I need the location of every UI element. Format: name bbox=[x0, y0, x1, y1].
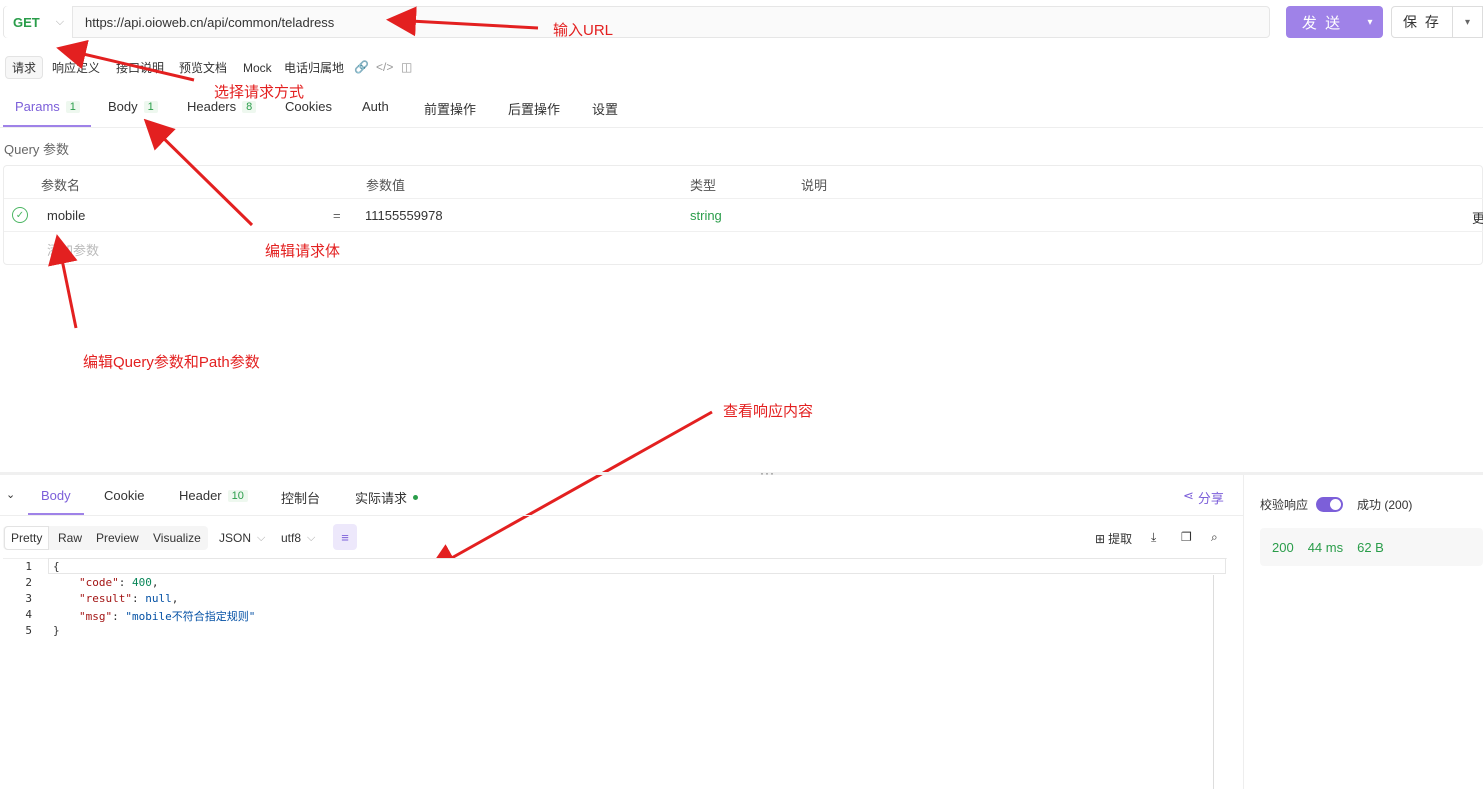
validate-toggle[interactable] bbox=[1316, 497, 1344, 512]
format-select[interactable]: JSON ⌵ bbox=[219, 531, 265, 545]
scrollbar[interactable] bbox=[1213, 575, 1214, 789]
divider bbox=[0, 515, 1243, 516]
code-line: { bbox=[53, 560, 60, 573]
line-number: 1 bbox=[25, 560, 32, 573]
line-number: 2 bbox=[25, 576, 32, 589]
panel-divider bbox=[1243, 475, 1244, 789]
success-label: 成功 (200) bbox=[1357, 498, 1413, 512]
arrow-url bbox=[386, 6, 539, 37]
collapse-icon[interactable]: ⌄ bbox=[6, 488, 15, 501]
line-number: 4 bbox=[25, 608, 32, 621]
search-icon[interactable]: ⌕ bbox=[1211, 530, 1218, 545]
status-dot bbox=[413, 495, 419, 500]
encoding-label: utf8 bbox=[281, 531, 302, 545]
share-label: 分享 bbox=[1197, 491, 1224, 506]
validate-label: 校验响应 bbox=[1260, 498, 1309, 512]
format-label: JSON bbox=[219, 531, 252, 545]
extract-button[interactable]: ⊞ 提取 bbox=[1095, 530, 1132, 547]
chevron-down-icon: ⌵ bbox=[257, 531, 266, 544]
response-stats: 200 44 ms 62 B bbox=[1260, 528, 1483, 566]
tab-badge: 10 bbox=[227, 489, 248, 502]
arrow-method bbox=[56, 39, 195, 82]
view-mode-visualize[interactable]: Visualize bbox=[147, 526, 207, 550]
arrow-response bbox=[426, 410, 713, 572]
tab-label: Header bbox=[179, 488, 222, 503]
extract-icon: ⊞ bbox=[1095, 531, 1106, 546]
copy-icon[interactable]: ❐ bbox=[1181, 530, 1192, 544]
panel-splitter[interactable] bbox=[0, 472, 1483, 475]
code-line: "result": null, bbox=[79, 592, 179, 605]
line-number: 3 bbox=[25, 592, 32, 605]
code-line: "code": 400, bbox=[79, 576, 159, 589]
share-icon: ⋖ bbox=[1183, 488, 1194, 503]
drag-handle-icon[interactable]: ··· bbox=[760, 466, 775, 480]
response-size: 62 B bbox=[1357, 539, 1384, 555]
current-line-highlight bbox=[48, 558, 1226, 574]
share-button[interactable]: ⋖ 分享 bbox=[1183, 488, 1224, 507]
chevron-down-icon: ⌵ bbox=[307, 531, 316, 544]
view-mode-preview[interactable]: Preview bbox=[90, 526, 145, 550]
arrow-query bbox=[48, 234, 78, 329]
status-code: 200 bbox=[1272, 539, 1294, 555]
response-tab-header[interactable]: Header 10 bbox=[179, 488, 248, 503]
code-line: "msg": "mobile不符合指定规则" bbox=[79, 610, 256, 623]
download-icon[interactable]: ⤓ bbox=[1151, 530, 1156, 545]
wrap-lines-icon[interactable]: ≡ bbox=[333, 524, 357, 550]
validate-response: 校验响应 成功 (200) bbox=[1260, 496, 1412, 513]
response-time: 44 ms bbox=[1307, 539, 1344, 555]
response-tab-body[interactable]: Body bbox=[41, 488, 71, 503]
response-tab-console[interactable]: 控制台 bbox=[281, 488, 320, 507]
view-mode-raw[interactable]: Raw bbox=[52, 526, 88, 550]
line-number: 5 bbox=[25, 624, 32, 637]
tab-label: 实际请求 bbox=[355, 491, 408, 506]
response-code-editor[interactable] bbox=[3, 558, 1227, 789]
encoding-select[interactable]: utf8 ⌵ bbox=[281, 531, 315, 545]
view-mode-pretty[interactable]: Pretty bbox=[4, 526, 50, 550]
response-tab-cookie[interactable]: Cookie bbox=[104, 488, 144, 503]
arrow-body bbox=[143, 118, 254, 227]
code-line: } bbox=[53, 624, 60, 637]
extract-label: 提取 bbox=[1108, 532, 1133, 546]
response-tab-actual-request[interactable]: 实际请求 bbox=[355, 488, 419, 507]
